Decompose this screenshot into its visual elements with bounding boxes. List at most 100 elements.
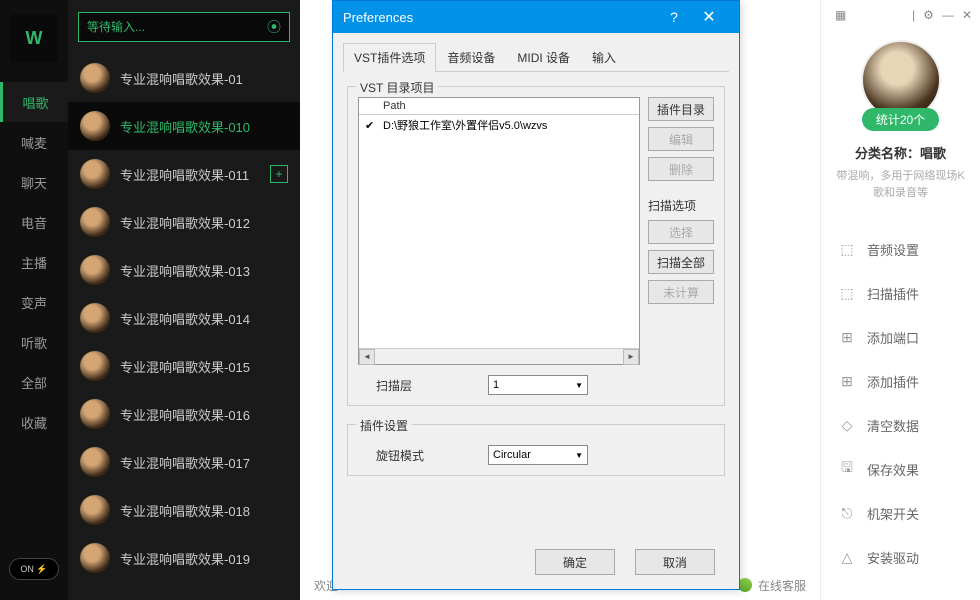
effect-list-column: ⦿ 专业混响唱歌效果-01 专业混响唱歌效果-010 专业混响唱歌效果-011 … [68,0,300,600]
minimize-icon[interactable]: — [942,8,954,22]
nav-item-8[interactable]: 收藏 [0,402,68,442]
divider-icon: | [912,8,915,22]
menu-item-6[interactable]: ⎋机架开关 [821,491,980,535]
settings-icon[interactable]: ⚙ [923,8,934,22]
effect-avatar [80,543,110,573]
menu-label: 保存效果 [867,460,919,479]
tab-1[interactable]: 音频设备 [436,43,506,71]
effect-avatar [80,207,110,237]
search-box[interactable]: ⦿ [78,12,290,42]
choose-button[interactable]: 选择 [648,220,714,244]
settings-menu: ⬚音频设置⬚扫描插件⊞添加端口⊞添加插件◇清空数据🖫保存效果⎋机架开关△安装驱动 [821,227,980,600]
menu-item-2[interactable]: ⊞添加端口 [821,315,980,359]
scan-layer-select[interactable]: 1 ▼ [488,375,588,395]
effect-item[interactable]: 专业混响唱歌效果-014 [68,294,300,342]
menu-label: 添加插件 [867,372,919,391]
nav-item-1[interactable]: 喊麦 [0,122,68,162]
scan-all-button[interactable]: 扫描全部 [648,250,714,274]
effect-item[interactable]: 专业混响唱歌效果-018 [68,486,300,534]
effect-avatar [80,495,110,525]
menu-label: 添加端口 [867,328,919,347]
effect-label: 专业混响唱歌效果-015 [120,357,288,376]
search-input[interactable] [87,20,267,34]
effect-label: 专业混响唱歌效果-010 [120,117,288,136]
path-row[interactable]: ✔ D:\野狼工作室\外置伴侣v5.0\wzvs [359,115,639,135]
plugin-dir-button[interactable]: 插件目录 [648,97,714,121]
menu-item-5[interactable]: 🖫保存效果 [821,447,980,491]
menu-item-7[interactable]: △安装驱动 [821,535,980,579]
effect-avatar [80,255,110,285]
menu-item-0[interactable]: ⬚音频设置 [821,227,980,271]
menu-item-4[interactable]: ◇清空数据 [821,403,980,447]
support-link[interactable]: 在线客服 [758,577,806,594]
effect-item[interactable]: 专业混响唱歌效果-012 [68,198,300,246]
dialog-body: VST插件选项音频设备MIDI 设备输入 VST 目录项目 Path ✔ D:\… [333,33,739,539]
path-checkbox[interactable]: ✔ [365,119,379,132]
effect-label: 专业混响唱歌效果-014 [120,309,288,328]
group-title: 插件设置 [356,417,412,434]
effect-item[interactable]: 专业混响唱歌效果-010 [68,102,300,150]
search-icon[interactable]: ⦿ [267,17,281,37]
effect-item[interactable]: 专业混响唱歌效果-019 [68,534,300,582]
menu-label: 音频设置 [867,240,919,259]
directory-buttons: 插件目录 编辑 删除 扫描选项 选择 扫描全部 未计算 [648,97,714,365]
effect-label: 专业混响唱歌效果-016 [120,405,288,424]
horizontal-scrollbar[interactable]: ◄ ► [359,348,639,364]
power-toggle[interactable]: ON ⚡ [9,558,59,580]
path-table[interactable]: Path ✔ D:\野狼工作室\外置伴侣v5.0\wzvs ◄ ► [358,97,640,365]
add-icon[interactable]: + [270,165,288,183]
ok-button[interactable]: 确定 [535,549,615,575]
nav-item-2[interactable]: 聊天 [0,162,68,202]
knob-mode-select[interactable]: Circular ▼ [488,445,588,465]
uncalculated-button[interactable]: 未计算 [648,280,714,304]
tab-3[interactable]: 输入 [581,43,627,71]
delete-button[interactable]: 删除 [648,157,714,181]
edit-button[interactable]: 编辑 [648,127,714,151]
scan-options-label: 扫描选项 [648,197,714,214]
scroll-left-icon[interactable]: ◄ [359,349,375,365]
cancel-button[interactable]: 取消 [635,549,715,575]
effect-item[interactable]: 专业混响唱歌效果-017 [68,438,300,486]
menu-item-3[interactable]: ⊞添加插件 [821,359,980,403]
menu-label: 安装驱动 [867,548,919,567]
effect-label: 专业混响唱歌效果-017 [120,453,288,472]
effect-avatar [80,399,110,429]
nav-item-3[interactable]: 电音 [0,202,68,242]
tab-2[interactable]: MIDI 设备 [506,43,581,71]
scan-layer-label: 扫描层 [358,377,488,394]
vst-directory-group: VST 目录项目 Path ✔ D:\野狼工作室\外置伴侣v5.0\wzvs ◄… [347,86,725,406]
effect-label: 专业混响唱歌效果-012 [120,213,288,232]
menu-label: 扫描插件 [867,284,919,303]
nav-item-7[interactable]: 全部 [0,362,68,402]
effect-item[interactable]: 专业混响唱歌效果-013 [68,246,300,294]
nav-item-6[interactable]: 听歌 [0,322,68,362]
tab-0[interactable]: VST插件选项 [343,43,436,72]
category-description: 带混响，多用于网络现场K歌和录音等 [821,168,980,201]
grid-icon[interactable]: ▦ [835,8,846,22]
scroll-right-icon[interactable]: ► [623,349,639,365]
effect-avatar [80,447,110,477]
dialog-close-icon[interactable]: ✕ [689,7,729,27]
menu-icon: ⎋ [839,505,855,521]
effect-avatar [80,111,110,141]
effect-item[interactable]: 专业混响唱歌效果-011 + [68,150,300,198]
effect-list: 专业混响唱歌效果-01 专业混响唱歌效果-010 专业混响唱歌效果-011 + … [68,54,300,600]
app-logo: W [10,14,58,62]
effect-label: 专业混响唱歌效果-01 [120,69,288,88]
scan-layer-row: 扫描层 1 ▼ [358,375,714,395]
chevron-down-icon: ▼ [575,451,583,460]
effect-item[interactable]: 专业混响唱歌效果-01 [68,54,300,102]
nav-item-4[interactable]: 主播 [0,242,68,282]
nav-item-0[interactable]: 唱歌 [0,82,68,122]
close-icon[interactable]: ✕ [962,8,972,22]
nav-item-5[interactable]: 变声 [0,282,68,322]
path-column-header[interactable]: Path [359,98,639,115]
effect-label: 专业混响唱歌效果-019 [120,549,288,568]
dialog-footer: 确定 取消 [333,539,739,589]
menu-item-1[interactable]: ⬚扫描插件 [821,271,980,315]
effect-item[interactable]: 专业混响唱歌效果-015 [68,342,300,390]
effect-item[interactable]: 专业混响唱歌效果-016 [68,390,300,438]
dialog-titlebar[interactable]: Preferences ? ✕ [333,1,739,33]
effect-avatar [80,159,110,189]
help-icon[interactable]: ? [659,9,689,25]
